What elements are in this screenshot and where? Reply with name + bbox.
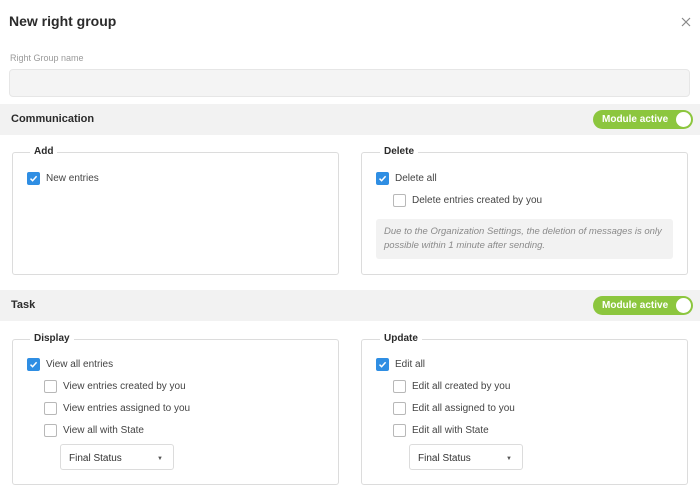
- edit-assigned-checkbox-row[interactable]: Edit all assigned to you: [393, 401, 515, 415]
- edit-state-checkbox-row[interactable]: Edit all with State: [393, 423, 489, 437]
- edit-state-select-value: Final Status: [418, 453, 471, 464]
- edit-created-checkbox[interactable]: [393, 379, 406, 393]
- edit-all-label: Edit all: [395, 358, 426, 370]
- task-display-title: Display: [30, 333, 74, 344]
- view-state-label: View all with State: [63, 424, 144, 436]
- edit-all-checkbox[interactable]: [376, 357, 389, 371]
- check-icon: [378, 361, 387, 368]
- task-module-toggle[interactable]: Module active: [593, 296, 693, 315]
- edit-state-checkbox[interactable]: [393, 423, 406, 437]
- new-entries-label: New entries: [46, 172, 99, 184]
- communication-module-toggle[interactable]: Module active: [593, 110, 693, 129]
- communication-delete-group: Delete Delete all Delete entries created…: [361, 146, 688, 275]
- new-entries-checkbox[interactable]: [27, 171, 40, 185]
- caret-down-icon: ▼: [506, 456, 512, 462]
- task-section-header: Task Module active: [0, 290, 700, 321]
- view-state-checkbox-row[interactable]: View all with State: [44, 423, 144, 437]
- close-icon: [681, 17, 691, 27]
- new-entries-checkbox-row[interactable]: New entries: [27, 171, 99, 185]
- view-all-label: View all entries: [46, 358, 114, 370]
- delete-own-checkbox[interactable]: [393, 193, 406, 207]
- task-section-title: Task: [11, 299, 36, 311]
- edit-state-label: Edit all with State: [412, 424, 489, 436]
- check-icon: [29, 175, 38, 182]
- edit-all-checkbox-row[interactable]: Edit all: [376, 357, 425, 371]
- delete-own-label: Delete entries created by you: [412, 194, 543, 206]
- delete-restriction-note: Due to the Organization Settings, the de…: [376, 219, 673, 259]
- task-module-toggle-label: Module active: [602, 300, 669, 311]
- toggle-knob: [676, 298, 691, 313]
- view-assigned-label: View entries assigned to you: [63, 402, 191, 414]
- communication-section-title: Communication: [11, 113, 95, 125]
- view-state-select-value: Final Status: [69, 453, 122, 464]
- view-created-checkbox[interactable]: [44, 379, 57, 393]
- edit-state-select[interactable]: Final Status ▼: [409, 444, 523, 470]
- edit-created-label: Edit all created by you: [412, 380, 511, 392]
- task-display-group: Display View all entries View entries cr…: [12, 333, 339, 485]
- communication-delete-title: Delete: [380, 146, 419, 157]
- view-all-checkbox[interactable]: [27, 357, 40, 371]
- communication-section-header: Communication Module active: [0, 104, 700, 135]
- edit-assigned-checkbox[interactable]: [393, 401, 406, 415]
- delete-all-checkbox[interactable]: [376, 171, 389, 185]
- view-state-checkbox[interactable]: [44, 423, 57, 437]
- task-update-group: Update Edit all Edit all created by you …: [361, 333, 688, 485]
- view-all-checkbox-row[interactable]: View all entries: [27, 357, 113, 371]
- view-created-label: View entries created by you: [63, 380, 186, 392]
- view-state-select[interactable]: Final Status ▼: [60, 444, 174, 470]
- close-button[interactable]: [679, 15, 693, 29]
- check-icon: [29, 361, 38, 368]
- dialog-title: New right group: [9, 13, 117, 29]
- view-assigned-checkbox-row[interactable]: View entries assigned to you: [44, 401, 190, 415]
- right-group-name-input[interactable]: [9, 69, 690, 97]
- communication-module-toggle-label: Module active: [602, 114, 669, 125]
- toggle-knob: [676, 112, 691, 127]
- communication-add-group: Add New entries: [12, 146, 339, 275]
- edit-created-checkbox-row[interactable]: Edit all created by you: [393, 379, 510, 393]
- delete-all-label: Delete all: [395, 172, 437, 184]
- view-created-checkbox-row[interactable]: View entries created by you: [44, 379, 186, 393]
- caret-down-icon: ▼: [157, 456, 163, 462]
- delete-own-checkbox-row[interactable]: Delete entries created by you: [393, 193, 542, 207]
- delete-all-checkbox-row[interactable]: Delete all: [376, 171, 437, 185]
- right-group-name-label: Right Group name: [10, 53, 84, 63]
- check-icon: [378, 175, 387, 182]
- view-assigned-checkbox[interactable]: [44, 401, 57, 415]
- task-update-title: Update: [380, 333, 422, 344]
- edit-assigned-label: Edit all assigned to you: [412, 402, 515, 414]
- communication-add-title: Add: [30, 146, 58, 157]
